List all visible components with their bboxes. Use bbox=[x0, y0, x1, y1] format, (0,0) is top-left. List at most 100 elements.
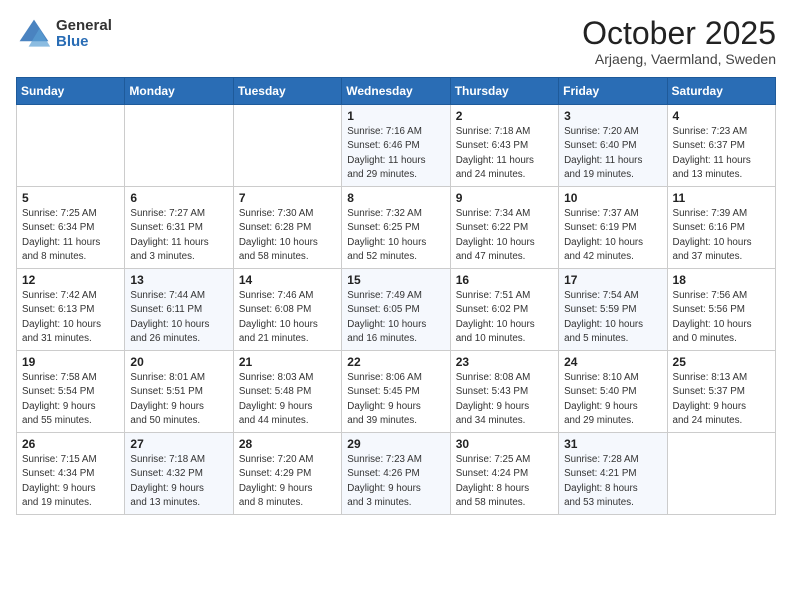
day-number: 10 bbox=[564, 191, 661, 205]
logo: General Blue bbox=[16, 16, 112, 52]
day-info: Sunrise: 7:39 AM Sunset: 6:16 PM Dayligh… bbox=[673, 207, 770, 264]
day-number: 14 bbox=[239, 273, 336, 287]
day-info: Sunrise: 8:08 AM Sunset: 5:43 PM Dayligh… bbox=[456, 371, 553, 428]
day-info: Sunrise: 7:15 AM Sunset: 4:34 PM Dayligh… bbox=[22, 453, 119, 510]
day-info: Sunrise: 7:16 AM Sunset: 6:46 PM Dayligh… bbox=[347, 125, 444, 182]
day-number: 24 bbox=[564, 355, 661, 369]
calendar-cell: 21 Sunrise: 8:03 AM Sunset: 5:48 PM Dayli… bbox=[233, 351, 341, 433]
calendar-cell: 19Sunrise: 7:58 AM Sunset: 5:54 PM Dayli… bbox=[17, 351, 125, 433]
day-number: 21 bbox=[239, 355, 336, 369]
calendar-cell: 22 Sunrise: 8:06 AM Sunset: 5:45 PM Dayli… bbox=[342, 351, 450, 433]
day-number: 20 bbox=[130, 355, 227, 369]
calendar-cell: 20 Sunrise: 8:01 AM Sunset: 5:51 PM Dayli… bbox=[125, 351, 233, 433]
month-title: October 2025 bbox=[582, 16, 776, 51]
logo-text: General Blue bbox=[56, 18, 112, 51]
day-info: Sunrise: 7:56 AM Sunset: 5:56 PM Dayligh… bbox=[673, 289, 770, 346]
day-number: 29 bbox=[347, 437, 444, 451]
calendar-cell bbox=[125, 105, 233, 187]
day-info: Sunrise: 7:23 AM Sunset: 6:37 PM Dayligh… bbox=[673, 125, 770, 182]
calendar-week-row: 5 Sunrise: 7:25 AM Sunset: 6:34 PM Daylig… bbox=[17, 187, 776, 269]
day-number: 13 bbox=[130, 273, 227, 287]
calendar-cell: 10Sunrise: 7:37 AM Sunset: 6:19 PM Dayli… bbox=[559, 187, 667, 269]
day-number: 5 bbox=[22, 191, 119, 205]
day-info: Sunrise: 7:20 AM Sunset: 4:29 PM Dayligh… bbox=[239, 453, 336, 510]
day-info: Sunrise: 7:18 AM Sunset: 4:32 PM Dayligh… bbox=[130, 453, 227, 510]
calendar-cell: 1Sunrise: 7:16 AM Sunset: 6:46 PM Daylig… bbox=[342, 105, 450, 187]
day-number: 23 bbox=[456, 355, 553, 369]
calendar-cell: 27 Sunrise: 7:18 AM Sunset: 4:32 PM Dayli… bbox=[125, 433, 233, 515]
day-info: Sunrise: 8:06 AM Sunset: 5:45 PM Dayligh… bbox=[347, 371, 444, 428]
day-number: 26 bbox=[22, 437, 119, 451]
weekday-header-row: SundayMondayTuesdayWednesdayThursdayFrid… bbox=[17, 78, 776, 105]
calendar-cell: 18 Sunrise: 7:56 AM Sunset: 5:56 PM Dayli… bbox=[667, 269, 775, 351]
calendar-cell: 31Sunrise: 7:28 AM Sunset: 4:21 PM Dayli… bbox=[559, 433, 667, 515]
page-header: General Blue October 2025 Arjaeng, Vaerm… bbox=[16, 16, 776, 67]
logo-general-text: General bbox=[56, 18, 112, 35]
day-info: Sunrise: 8:10 AM Sunset: 5:40 PM Dayligh… bbox=[564, 371, 661, 428]
weekday-header-thursday: Thursday bbox=[450, 78, 558, 105]
weekday-header-saturday: Saturday bbox=[667, 78, 775, 105]
calendar-week-row: 1Sunrise: 7:16 AM Sunset: 6:46 PM Daylig… bbox=[17, 105, 776, 187]
calendar-cell: 4 Sunrise: 7:23 AM Sunset: 6:37 PM Daylig… bbox=[667, 105, 775, 187]
day-number: 6 bbox=[130, 191, 227, 205]
day-number: 4 bbox=[673, 109, 770, 123]
day-info: Sunrise: 7:34 AM Sunset: 6:22 PM Dayligh… bbox=[456, 207, 553, 264]
day-info: Sunrise: 7:25 AM Sunset: 4:24 PM Dayligh… bbox=[456, 453, 553, 510]
calendar-cell: 9Sunrise: 7:34 AM Sunset: 6:22 PM Daylig… bbox=[450, 187, 558, 269]
calendar-cell: 11 Sunrise: 7:39 AM Sunset: 6:16 PM Dayli… bbox=[667, 187, 775, 269]
weekday-header-wednesday: Wednesday bbox=[342, 78, 450, 105]
day-info: Sunrise: 7:49 AM Sunset: 6:05 PM Dayligh… bbox=[347, 289, 444, 346]
day-info: Sunrise: 7:30 AM Sunset: 6:28 PM Dayligh… bbox=[239, 207, 336, 264]
calendar-cell: 8 Sunrise: 7:32 AM Sunset: 6:25 PM Daylig… bbox=[342, 187, 450, 269]
title-block: October 2025 Arjaeng, Vaermland, Sweden bbox=[582, 16, 776, 67]
day-number: 11 bbox=[673, 191, 770, 205]
calendar-cell: 2Sunrise: 7:18 AM Sunset: 6:43 PM Daylig… bbox=[450, 105, 558, 187]
calendar-cell: 15Sunrise: 7:49 AM Sunset: 6:05 PM Dayli… bbox=[342, 269, 450, 351]
day-info: Sunrise: 7:51 AM Sunset: 6:02 PM Dayligh… bbox=[456, 289, 553, 346]
calendar-cell: 28 Sunrise: 7:20 AM Sunset: 4:29 PM Dayli… bbox=[233, 433, 341, 515]
calendar-week-row: 19Sunrise: 7:58 AM Sunset: 5:54 PM Dayli… bbox=[17, 351, 776, 433]
calendar-cell: 23 Sunrise: 8:08 AM Sunset: 5:43 PM Dayli… bbox=[450, 351, 558, 433]
calendar-cell: 6 Sunrise: 7:27 AM Sunset: 6:31 PM Daylig… bbox=[125, 187, 233, 269]
day-info: Sunrise: 7:28 AM Sunset: 4:21 PM Dayligh… bbox=[564, 453, 661, 510]
calendar-cell: 13 Sunrise: 7:44 AM Sunset: 6:11 PM Dayli… bbox=[125, 269, 233, 351]
day-info: Sunrise: 8:01 AM Sunset: 5:51 PM Dayligh… bbox=[130, 371, 227, 428]
day-number: 3 bbox=[564, 109, 661, 123]
calendar-cell bbox=[17, 105, 125, 187]
calendar-cell: 24 Sunrise: 8:10 AM Sunset: 5:40 PM Dayli… bbox=[559, 351, 667, 433]
day-number: 19 bbox=[22, 355, 119, 369]
calendar-cell: 26 Sunrise: 7:15 AM Sunset: 4:34 PM Dayli… bbox=[17, 433, 125, 515]
calendar-cell: 14 Sunrise: 7:46 AM Sunset: 6:08 PM Dayli… bbox=[233, 269, 341, 351]
day-number: 18 bbox=[673, 273, 770, 287]
day-number: 28 bbox=[239, 437, 336, 451]
calendar-cell: 3 Sunrise: 7:20 AM Sunset: 6:40 PM Daylig… bbox=[559, 105, 667, 187]
day-info: Sunrise: 7:42 AM Sunset: 6:13 PM Dayligh… bbox=[22, 289, 119, 346]
day-info: Sunrise: 7:18 AM Sunset: 6:43 PM Dayligh… bbox=[456, 125, 553, 182]
calendar-table: SundayMondayTuesdayWednesdayThursdayFrid… bbox=[16, 77, 776, 515]
day-info: Sunrise: 7:25 AM Sunset: 6:34 PM Dayligh… bbox=[22, 207, 119, 264]
calendar-cell: 30Sunrise: 7:25 AM Sunset: 4:24 PM Dayli… bbox=[450, 433, 558, 515]
day-info: Sunrise: 8:13 AM Sunset: 5:37 PM Dayligh… bbox=[673, 371, 770, 428]
weekday-header-tuesday: Tuesday bbox=[233, 78, 341, 105]
day-number: 16 bbox=[456, 273, 553, 287]
calendar-cell: 29Sunrise: 7:23 AM Sunset: 4:26 PM Dayli… bbox=[342, 433, 450, 515]
day-info: Sunrise: 8:03 AM Sunset: 5:48 PM Dayligh… bbox=[239, 371, 336, 428]
day-number: 12 bbox=[22, 273, 119, 287]
weekday-header-monday: Monday bbox=[125, 78, 233, 105]
day-info: Sunrise: 7:54 AM Sunset: 5:59 PM Dayligh… bbox=[564, 289, 661, 346]
day-number: 7 bbox=[239, 191, 336, 205]
day-info: Sunrise: 7:27 AM Sunset: 6:31 PM Dayligh… bbox=[130, 207, 227, 264]
day-info: Sunrise: 7:20 AM Sunset: 6:40 PM Dayligh… bbox=[564, 125, 661, 182]
day-info: Sunrise: 7:32 AM Sunset: 6:25 PM Dayligh… bbox=[347, 207, 444, 264]
day-info: Sunrise: 7:44 AM Sunset: 6:11 PM Dayligh… bbox=[130, 289, 227, 346]
day-number: 25 bbox=[673, 355, 770, 369]
weekday-header-sunday: Sunday bbox=[17, 78, 125, 105]
day-number: 22 bbox=[347, 355, 444, 369]
calendar-cell bbox=[233, 105, 341, 187]
calendar-cell: 5 Sunrise: 7:25 AM Sunset: 6:34 PM Daylig… bbox=[17, 187, 125, 269]
calendar-week-row: 12 Sunrise: 7:42 AM Sunset: 6:13 PM Dayli… bbox=[17, 269, 776, 351]
calendar-cell: 7 Sunrise: 7:30 AM Sunset: 6:28 PM Daylig… bbox=[233, 187, 341, 269]
day-number: 8 bbox=[347, 191, 444, 205]
day-number: 27 bbox=[130, 437, 227, 451]
day-info: Sunrise: 7:46 AM Sunset: 6:08 PM Dayligh… bbox=[239, 289, 336, 346]
